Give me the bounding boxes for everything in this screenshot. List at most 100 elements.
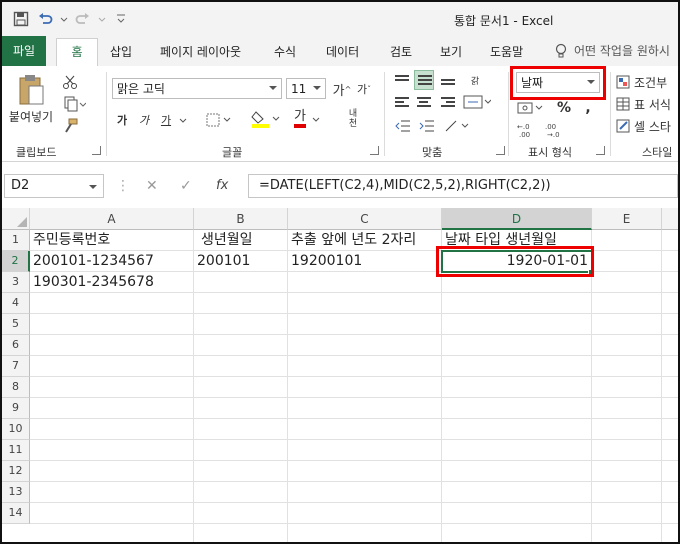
chevron-down-icon: [313, 86, 321, 90]
merge-center-icon[interactable]: [462, 92, 492, 112]
redo-dropdown-icon[interactable]: [98, 10, 106, 28]
window-title: 통합 문서1 - Excel: [454, 14, 554, 28]
wrap-text-button[interactable]: 갉: [462, 70, 488, 90]
alignment-launcher-icon[interactable]: [496, 146, 505, 155]
copy-icon[interactable]: [60, 94, 90, 114]
ribbon: 붙여넣기 클립보드 맑은 고딕 11 가 ^ 가ˇ 가 가 가 가 내천 글꼴 …: [2, 66, 678, 162]
row-header-3[interactable]: 3: [2, 272, 30, 293]
format-as-table-button[interactable]: 표 서식: [616, 94, 678, 114]
paste-icon[interactable]: [14, 72, 50, 108]
tab-insert[interactable]: 삽입: [110, 42, 132, 62]
search-placeholder: 어떤 작업을 원하시: [574, 44, 670, 58]
align-left-icon[interactable]: [392, 92, 412, 112]
redo-icon[interactable]: [74, 10, 92, 28]
number-launcher-icon[interactable]: [596, 146, 605, 155]
cell-b2[interactable]: 200101: [194, 251, 288, 272]
row-header-1[interactable]: 1: [2, 230, 30, 251]
name-box[interactable]: D2: [4, 174, 104, 198]
comma-style-button[interactable]: ,: [580, 98, 596, 118]
format-painter-icon[interactable]: [60, 116, 80, 136]
excel-window: 통합 문서1 - Excel 파일 홈 삽입 페이지 레이아웃 수식 데이터 검…: [0, 0, 680, 544]
group-label-alignment: 맞춤: [422, 146, 443, 159]
column-header-f[interactable]: [662, 208, 678, 230]
row-header-14[interactable]: 14: [2, 503, 30, 524]
row-header-13[interactable]: 13: [2, 482, 30, 503]
percent-style-button[interactable]: %: [556, 98, 572, 118]
cell-b1[interactable]: 생년월일: [198, 230, 288, 251]
increase-indent-icon[interactable]: [416, 116, 438, 136]
align-bottom-icon[interactable]: [438, 70, 458, 90]
tab-review[interactable]: 검토: [390, 42, 412, 62]
column-header-e[interactable]: E: [592, 208, 662, 230]
select-all-corner[interactable]: [2, 208, 30, 230]
tab-help[interactable]: 도움말: [490, 42, 523, 62]
gridline: [30, 376, 678, 377]
underline-dropdown-icon[interactable]: [178, 110, 188, 130]
row-header-11[interactable]: 11: [2, 440, 30, 461]
customize-icon[interactable]: [112, 10, 130, 28]
increase-decimal-icon[interactable]: ←.0.00: [516, 120, 540, 140]
decrease-decimal-icon[interactable]: .00 →.0: [544, 120, 568, 140]
undo-dropdown-icon[interactable]: [60, 10, 68, 28]
paste-button[interactable]: 붙여넣기: [6, 108, 56, 124]
tab-view[interactable]: 보기: [440, 42, 462, 62]
column-header-c[interactable]: C: [288, 208, 442, 230]
row-header-7[interactable]: 7: [2, 356, 30, 377]
tab-home[interactable]: 홈: [56, 38, 98, 66]
align-right-icon[interactable]: [438, 92, 458, 112]
phonetic-guide-button[interactable]: 내천: [338, 106, 368, 132]
clipboard-launcher-icon[interactable]: [92, 146, 101, 155]
cancel-icon[interactable]: ✕: [146, 178, 158, 194]
align-center-icon[interactable]: [414, 92, 434, 112]
italic-button[interactable]: 가: [136, 110, 152, 130]
column-header-b[interactable]: B: [194, 208, 288, 230]
row-header-9[interactable]: 9: [2, 398, 30, 419]
tab-page-layout[interactable]: 페이지 레이아웃: [160, 42, 241, 62]
enter-icon[interactable]: ✓: [180, 178, 192, 194]
orientation-icon[interactable]: [442, 116, 476, 136]
tab-data[interactable]: 데이터: [326, 42, 359, 62]
decrease-indent-icon[interactable]: [392, 116, 414, 136]
font-size-select[interactable]: 11: [286, 78, 326, 99]
font-color-button[interactable]: 가: [290, 108, 324, 130]
cell-styles-button[interactable]: 셀 스타: [616, 116, 678, 136]
bold-button[interactable]: 가: [114, 110, 130, 130]
cut-icon[interactable]: [60, 72, 80, 92]
column-header-d[interactable]: D: [442, 208, 592, 230]
cell-a1[interactable]: 주민등록번호: [30, 230, 194, 251]
column-header-a[interactable]: A: [30, 208, 194, 230]
row-header-2[interactable]: 2: [2, 251, 30, 272]
align-middle-icon[interactable]: [414, 70, 434, 90]
insert-function-icon[interactable]: fx: [216, 178, 228, 193]
group-divider: [384, 72, 385, 156]
save-icon[interactable]: [12, 10, 30, 28]
shrink-font-button[interactable]: 가ˇ: [354, 78, 374, 100]
cell-c1[interactable]: 추출 앞에 년도 2자리: [288, 230, 442, 251]
undo-icon[interactable]: [36, 10, 54, 28]
cell-c2[interactable]: 19200101: [288, 251, 442, 272]
cell-a3[interactable]: 190301-2345678: [30, 272, 194, 293]
row-header-4[interactable]: 4: [2, 293, 30, 314]
cell-a2[interactable]: 200101-1234567: [30, 251, 194, 272]
align-top-icon[interactable]: [392, 70, 412, 90]
row-header-10[interactable]: 10: [2, 419, 30, 440]
grow-font-button[interactable]: 가 ^: [332, 78, 352, 100]
tell-me-search[interactable]: 어떤 작업을 원하시: [554, 42, 670, 59]
phonetic-glyph: 내천: [348, 109, 358, 129]
svg-text:←.0: ←.0: [517, 123, 530, 131]
tab-file[interactable]: 파일: [2, 36, 46, 66]
font-name-select[interactable]: 맑은 고딕: [112, 78, 282, 99]
borders-icon[interactable]: [204, 110, 234, 130]
accounting-format-icon[interactable]: [516, 98, 546, 118]
row-header-12[interactable]: 12: [2, 461, 30, 482]
tab-formulas[interactable]: 수식: [274, 42, 296, 62]
formula-input[interactable]: =DATE(LEFT(C2,4),MID(C2,5,2),RIGHT(C2,2)…: [248, 174, 678, 198]
more-options-icon[interactable]: ⋮: [116, 178, 130, 194]
conditional-formatting-button[interactable]: 조건부: [616, 72, 678, 92]
underline-button[interactable]: 가: [158, 110, 174, 130]
fill-color-icon[interactable]: [250, 108, 282, 130]
row-header-5[interactable]: 5: [2, 314, 30, 335]
row-header-8[interactable]: 8: [2, 377, 30, 398]
font-launcher-icon[interactable]: [370, 146, 379, 155]
row-header-6[interactable]: 6: [2, 335, 30, 356]
